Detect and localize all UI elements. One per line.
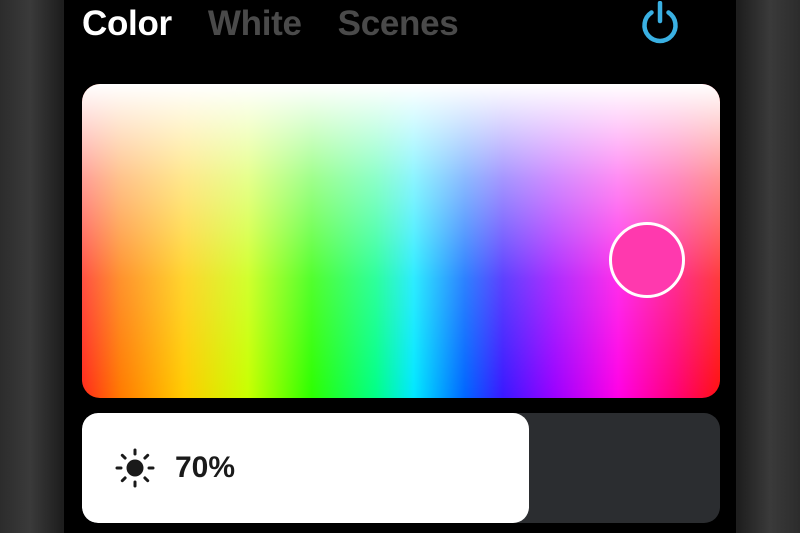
tab-white[interactable]: White [208,4,302,44]
tab-scenes[interactable]: Scenes [338,4,459,44]
brightness-slider[interactable]: 70% [82,413,720,523]
power-button[interactable] [636,0,684,47]
power-icon [642,0,678,44]
tab-color[interactable]: Color [82,4,172,44]
mode-tabs: Color White Scenes [82,0,494,48]
sun-icon [115,448,155,488]
brightness-value: 70% [175,451,236,484]
color-picker-thumb[interactable] [609,222,685,298]
brightness-content: 70% [115,413,235,523]
